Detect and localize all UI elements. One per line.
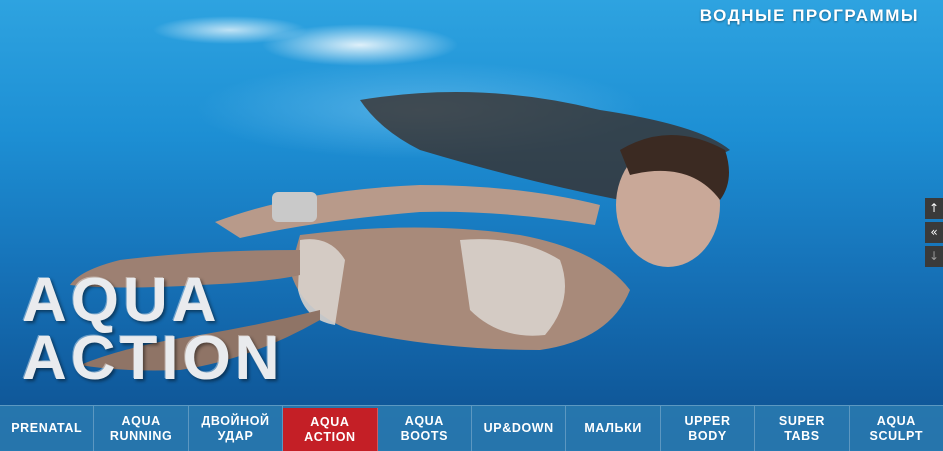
nav-item-aqua-running[interactable]: AQUA RUNNING [94, 406, 189, 451]
program-nav: PRENATAL AQUA RUNNING ДВОЙНОЙ УДАР AQUA ACT… [0, 405, 943, 451]
arrow-up-icon[interactable]: ↑ [925, 198, 943, 219]
hero-heading: AQUA ACTION [22, 266, 284, 393]
nav-item-aqua-boots[interactable]: AQUA BOOTS [378, 406, 473, 451]
nav-item-dvoynoy-udar[interactable]: ДВОЙНОЙ УДАР [189, 406, 284, 451]
nav-item-aqua-sculpt[interactable]: AQUA SCULPT [850, 406, 943, 451]
hero-heading-line1: AQUA [22, 266, 221, 335]
nav-item-prenatal[interactable]: PRENATAL [0, 406, 95, 451]
program-title: ВОДНЫЕ ПРОГРАММЫ [699, 6, 919, 25]
nav-item-up-down[interactable]: UP&DOWN [472, 406, 567, 451]
side-controls: ↑ « ↓ [925, 198, 943, 270]
double-chevron-left-icon[interactable]: « [925, 222, 943, 243]
nav-item-super-tabs[interactable]: SUPER TABS [755, 406, 850, 451]
arrow-down-icon[interactable]: ↓ [925, 246, 943, 267]
nav-item-upper-body[interactable]: UPPER BODY [661, 406, 756, 451]
nav-item-malki[interactable]: МАЛЬКИ [566, 406, 661, 451]
hero-heading-line2: ACTION [22, 324, 284, 393]
nav-item-aqua-action[interactable]: AQUA ACTION [283, 408, 378, 451]
